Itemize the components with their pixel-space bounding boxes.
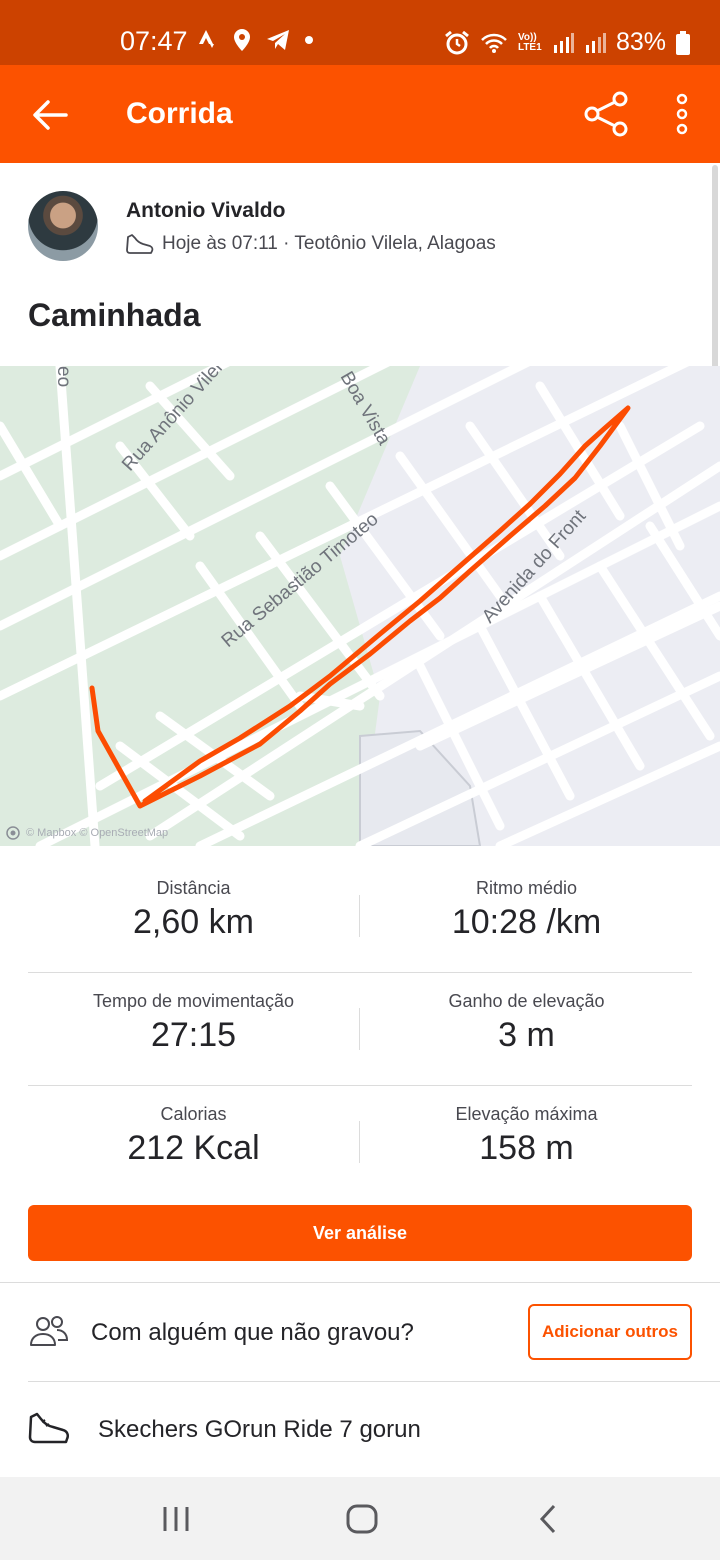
map-canvas: Rua Anônio Vilel Boa Vista eo Rua Sebast…	[0, 366, 720, 846]
with-someone-row: Com alguém que não gravou? Adicionar out…	[28, 1283, 692, 1381]
more-options-icon[interactable]	[668, 93, 696, 135]
system-icons: Vo)) LTE1 83%	[444, 28, 690, 57]
athlete-name[interactable]: Antonio Vivaldo	[126, 199, 285, 223]
status-bar: 07:47 Vo)) LTE1 83%	[0, 0, 720, 65]
battery-percent: 83%	[615, 28, 666, 56]
app-bar: Corrida	[0, 65, 720, 163]
route-map[interactable]: Rua Anônio Vilel Boa Vista eo Rua Sebast…	[0, 366, 720, 846]
stat-avg-pace: Ritmo médio 10:28 /km	[361, 860, 692, 942]
shoe-icon	[28, 1412, 70, 1444]
home-icon[interactable]	[344, 1503, 380, 1535]
view-analysis-button[interactable]: Ver análise	[28, 1205, 692, 1261]
dot-icon	[305, 36, 313, 44]
stat-label: Elevação máxima	[455, 1104, 598, 1124]
strava-icon	[199, 30, 214, 48]
mapbox-logo-icon	[6, 826, 20, 840]
network-label: Vo)) LTE1	[517, 31, 542, 53]
stat-label: Ganho de elevação	[448, 991, 605, 1011]
stat-label: Distância	[156, 878, 231, 898]
gear-name: Skechers GOrun Ride 7 gorun	[98, 1416, 421, 1443]
divider	[359, 895, 360, 937]
stat-value: 212 Kcal	[127, 1129, 260, 1167]
stat-value: 10:28 /km	[451, 903, 602, 941]
stat-value: 27:15	[150, 1016, 237, 1054]
location-pin-icon	[234, 29, 250, 51]
map-attribution[interactable]: © Mapbox © OpenStreetMap	[6, 826, 168, 840]
street-label: eo	[53, 366, 74, 387]
battery-icon	[676, 30, 690, 55]
stat-value: 158 m	[479, 1129, 574, 1167]
activity-meta: Hoje às 07:11 · Teotônio Vilela, Alagoas	[126, 233, 496, 255]
stat-moving-time: Tempo de movimentação 27:15	[28, 973, 359, 1055]
stats-row: Distância 2,60 km Ritmo médio 10:28 /km	[28, 860, 692, 973]
activity-time-location: Hoje às 07:11 · Teotônio Vilela, Alagoas	[162, 233, 496, 254]
notification-icons	[198, 28, 314, 52]
stat-label: Ritmo médio	[475, 878, 578, 898]
stat-distance: Distância 2,60 km	[28, 860, 359, 942]
status-time: 07:47	[120, 26, 188, 56]
stat-label: Calorias	[160, 1104, 227, 1124]
system-nav-bar	[0, 1477, 720, 1560]
wifi-icon	[481, 33, 507, 53]
add-others-button[interactable]: Adicionar outros	[528, 1304, 692, 1360]
stats-row: Tempo de movimentação 27:15 Ganho de ele…	[28, 973, 692, 1086]
signal-icon-2	[585, 32, 606, 53]
avatar[interactable]	[28, 191, 98, 261]
alarm-icon	[445, 30, 469, 54]
gear-row[interactable]: Skechers GOrun Ride 7 gorun	[28, 1382, 692, 1477]
attribution-text: © Mapbox © OpenStreetMap	[26, 827, 169, 839]
shoe-icon	[126, 234, 154, 254]
back-nav-icon[interactable]	[532, 1503, 568, 1535]
stat-calories: Calorias 212 Kcal	[28, 1086, 359, 1168]
telegram-icon	[267, 30, 289, 50]
stat-value: 2,60 km	[133, 903, 254, 941]
stat-max-elevation: Elevação máxima 158 m	[361, 1086, 692, 1168]
with-someone-text: Com alguém que não gravou?	[91, 1319, 414, 1346]
people-icon	[30, 1316, 69, 1346]
activity-header: Antonio Vivaldo Hoje às 07:11 · Teotônio…	[0, 163, 720, 366]
divider	[359, 1121, 360, 1163]
stat-elevation-gain: Ganho de elevação 3 m	[361, 973, 692, 1055]
page-title: Corrida	[126, 97, 233, 130]
stat-label: Tempo de movimentação	[92, 991, 295, 1011]
back-arrow-icon[interactable]	[30, 95, 70, 135]
recent-apps-icon[interactable]	[158, 1503, 194, 1535]
signal-icon	[553, 32, 574, 53]
stat-value: 3 m	[498, 1016, 555, 1054]
activity-title: Caminhada	[28, 297, 201, 333]
divider	[359, 1008, 360, 1050]
share-icon[interactable]	[584, 91, 630, 137]
stats-row: Calorias 212 Kcal Elevação máxima 158 m	[28, 1086, 692, 1199]
